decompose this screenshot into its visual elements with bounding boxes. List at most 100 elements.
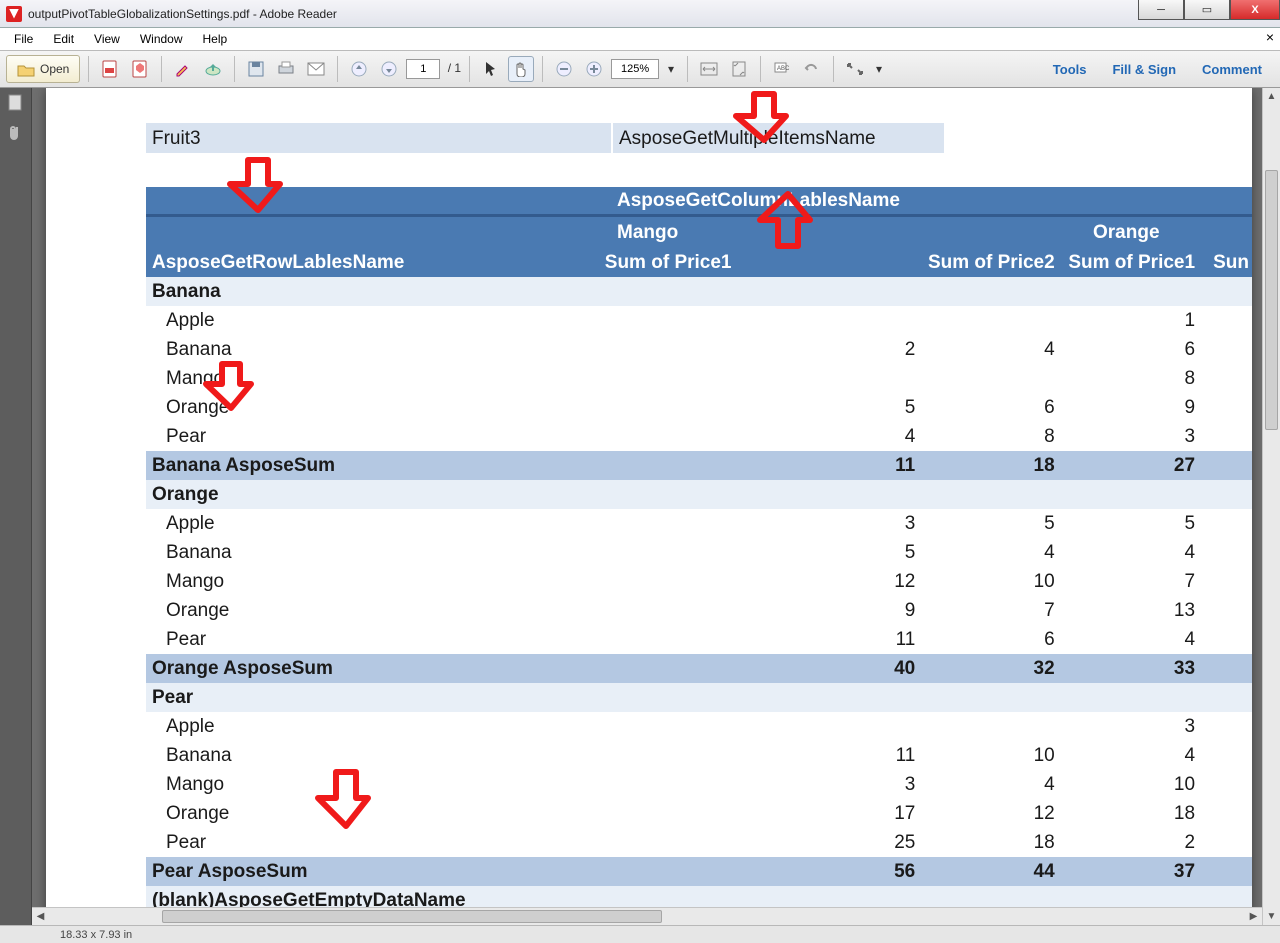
fit-page-button[interactable]	[726, 56, 752, 82]
find-button[interactable]: ABC	[769, 56, 795, 82]
menu-bar: File Edit View Window Help ×	[0, 28, 1280, 50]
tools-panel-button[interactable]: Tools	[1041, 58, 1099, 81]
cell-value: 32	[923, 659, 1062, 678]
table-row: Apple355	[146, 509, 1252, 538]
menu-view[interactable]: View	[84, 30, 130, 48]
toolbar: Open / 1 ▾ ABC ▾ Tools Fill & Sign Comme…	[0, 50, 1280, 88]
title-bar: outputPivotTableGlobalizationSettings.pd…	[0, 0, 1280, 28]
cell-value: 7	[923, 601, 1062, 620]
pivot-body: BananaApple1Banana246Mango8Orange569Pear…	[146, 277, 1252, 924]
cell-value: 10	[923, 572, 1062, 591]
maximize-button[interactable]: ▭	[1184, 0, 1230, 20]
scroll-thumb[interactable]	[162, 910, 662, 923]
zoom-dropdown-button[interactable]: ▾	[663, 56, 679, 82]
thumbnails-panel-button[interactable]	[6, 94, 26, 114]
annotation-arrow-icon	[206, 360, 256, 417]
close-button[interactable]: X	[1230, 0, 1280, 20]
document-viewport[interactable]: Fruit3 AsposeGetMultipleItemsName Aspose…	[32, 88, 1280, 925]
table-row: Apple3	[146, 712, 1252, 741]
annotation-arrow-icon	[760, 188, 816, 255]
menu-window[interactable]: Window	[130, 30, 193, 48]
hand-icon	[513, 61, 529, 77]
cell-value: 12	[599, 572, 923, 591]
create-pdf-button[interactable]	[97, 56, 123, 82]
cell-value: 40	[599, 659, 923, 678]
vertical-scrollbar[interactable]: ▲ ▼	[1262, 88, 1280, 925]
scroll-left-icon[interactable]: ◀	[32, 908, 49, 925]
cell-value: 3	[1063, 427, 1203, 446]
minimize-button[interactable]: ─	[1138, 0, 1184, 20]
menu-help[interactable]: Help	[193, 30, 238, 48]
folder-open-icon	[17, 62, 35, 77]
cell-value: 7	[1063, 572, 1203, 591]
svg-text:ABC: ABC	[777, 66, 790, 72]
row-label: Pear	[146, 427, 599, 446]
send-cloud-button[interactable]	[200, 56, 226, 82]
email-button[interactable]	[303, 56, 329, 82]
pivot-header: AsposeGetColumnLablesName Mango Orange A…	[146, 187, 1252, 277]
pdf-icon	[101, 60, 119, 78]
horizontal-scrollbar[interactable]: ◀ ▶	[32, 907, 1262, 925]
table-row: Mango8	[146, 364, 1252, 393]
undo-button[interactable]	[799, 56, 825, 82]
row-label: Orange AsposeSum	[146, 659, 599, 678]
read-mode-dropdown[interactable]: ▾	[872, 56, 886, 82]
zoom-input[interactable]	[611, 59, 659, 79]
envelope-icon	[307, 62, 325, 76]
open-button[interactable]: Open	[6, 55, 80, 83]
row-label: Apple	[146, 514, 599, 533]
cell-value: 4	[1063, 543, 1203, 562]
scroll-down-icon[interactable]: ▼	[1263, 908, 1280, 925]
menu-edit[interactable]: Edit	[43, 30, 84, 48]
cell-value: 5	[599, 543, 923, 562]
hdr-sum-price2-orange: Sun	[1203, 253, 1252, 272]
row-label: Pear	[146, 688, 599, 707]
side-panel-strip	[0, 88, 32, 925]
fill-sign-panel-button[interactable]: Fill & Sign	[1100, 58, 1188, 81]
hdr-sum-price2-mango: Sum of Price2	[923, 253, 1062, 272]
table-row: Mango12107	[146, 567, 1252, 596]
sign-button[interactable]	[170, 56, 196, 82]
table-row: Orange9713	[146, 596, 1252, 625]
row-label: Banana	[146, 340, 599, 359]
table-row: Pear483	[146, 422, 1252, 451]
save-button[interactable]	[243, 56, 269, 82]
page-current-input[interactable]	[406, 59, 440, 79]
comment-panel-button[interactable]: Comment	[1190, 58, 1274, 81]
row-label: Orange	[146, 485, 599, 504]
zoom-out-button[interactable]	[551, 56, 577, 82]
cell-value: 33	[1063, 659, 1203, 678]
cell-value: 56	[599, 862, 923, 881]
menu-file[interactable]: File	[4, 30, 43, 48]
scroll-up-icon[interactable]: ▲	[1263, 88, 1280, 105]
select-tool-button[interactable]	[478, 56, 504, 82]
pdf-logo-icon	[6, 6, 22, 22]
save-icon	[248, 61, 264, 77]
fit-width-button[interactable]	[696, 56, 722, 82]
table-row: Orange171218	[146, 799, 1252, 828]
attachments-panel-button[interactable]	[6, 124, 26, 144]
scroll-thumb[interactable]	[1265, 170, 1278, 430]
read-mode-button[interactable]	[842, 56, 868, 82]
table-row: Banana AsposeSum111827	[146, 451, 1252, 480]
row-label: Apple	[146, 311, 599, 330]
page-control: / 1	[406, 59, 461, 79]
page-down-button[interactable]	[376, 56, 402, 82]
cell-value: 13	[1063, 601, 1203, 620]
page-up-button[interactable]	[346, 56, 372, 82]
cell-value: 9	[599, 601, 923, 620]
hand-tool-button[interactable]	[508, 56, 534, 82]
scroll-right-icon[interactable]: ▶	[1245, 908, 1262, 925]
cell-value: 18	[923, 833, 1062, 852]
cell-value: 8	[923, 427, 1062, 446]
convert-pdf-button[interactable]	[127, 56, 153, 82]
cell-value: 37	[1063, 862, 1203, 881]
table-row: Pear	[146, 683, 1252, 712]
zoom-in-button[interactable]	[581, 56, 607, 82]
print-button[interactable]	[273, 56, 299, 82]
cell-value: 18	[1063, 804, 1203, 823]
cell-value: 10	[1063, 775, 1203, 794]
cell-value: 11	[599, 746, 923, 765]
cell-value: 5	[1063, 514, 1203, 533]
menubar-close-icon[interactable]: ×	[1266, 29, 1274, 45]
